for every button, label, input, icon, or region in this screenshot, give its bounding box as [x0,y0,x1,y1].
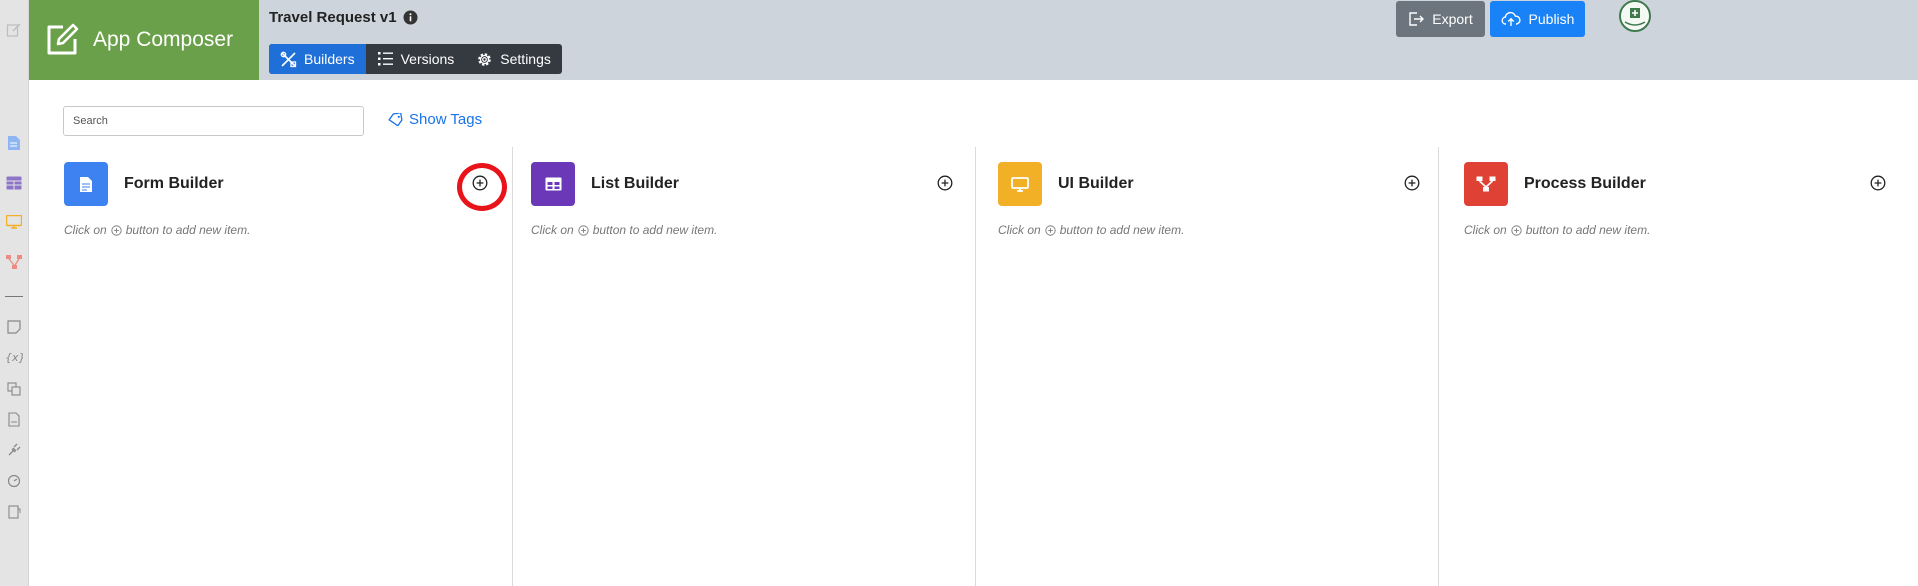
app-title: Travel Request v1 [269,9,418,26]
tab-versions-label: Versions [400,51,455,67]
brand-header[interactable]: App Composer [29,0,259,80]
tab-settings-label: Settings [500,51,551,67]
list-builder-column: List Builder Click on button to add new … [531,147,997,586]
plus-circle-icon [1404,175,1420,191]
ui-builder-nav-icon[interactable] [5,213,23,231]
form-builder-column: Form Builder Click on button to add new … [64,147,530,586]
list-ordered-icon [377,52,393,66]
plus-circle-icon [1870,175,1886,191]
add-form-button[interactable] [469,172,491,194]
builder-tabs: Builders Versions Settings [269,44,562,74]
app-title-text: Travel Request v1 [269,9,397,26]
hint-text: button to add new item. [592,223,718,237]
tab-settings[interactable]: Settings [465,44,562,74]
rail-divider [5,296,23,297]
svg-text:{x}: {x} [5,351,23,364]
publish-button[interactable]: Publish [1490,1,1585,37]
plus-circle-icon [937,175,953,191]
form-builder-title: Form Builder [124,175,224,192]
avatar[interactable] [1619,0,1651,32]
export-button[interactable]: Export [1396,1,1485,37]
file-icon[interactable] [5,410,23,428]
left-rail: {x} [0,0,29,586]
plus-circle-icon [1044,224,1056,236]
hint-text: Click on [531,223,574,237]
add-list-button[interactable] [934,172,956,194]
list-builder-nav-icon[interactable] [5,174,23,192]
plus-circle-icon [472,175,488,191]
process-flow-icon [1476,176,1496,192]
form-builder-hint: Click on button to add new item. [64,223,250,237]
process-builder-title: Process Builder [1524,175,1646,192]
info-circle-icon[interactable] [403,10,418,25]
table-icon [545,177,561,191]
document-icon [80,176,92,192]
process-builder-column: Process Builder Click on button to add n… [1464,147,1918,586]
tab-builders[interactable]: Builders [269,44,366,74]
brand-title: App Composer [93,28,234,51]
api-doc-icon[interactable] [5,503,23,521]
user-logo-icon [1622,3,1648,29]
tag-icon [388,113,403,126]
search-input[interactable] [63,106,364,136]
show-tags-link[interactable]: Show Tags [388,111,482,128]
add-ui-button[interactable] [1401,172,1423,194]
form-builder-nav-icon[interactable] [5,134,23,152]
plug-icon[interactable] [5,441,23,459]
process-builder-nav-icon[interactable] [5,253,23,271]
cloud-upload-icon [1501,11,1521,26]
export-icon [1409,12,1425,26]
hint-text: button to add new item. [125,223,251,237]
process-builder-tile [1464,162,1508,206]
hint-text: Click on [64,223,107,237]
variables-icon[interactable]: {x} [5,348,23,366]
monitor-icon [1011,176,1029,192]
gear-icon [478,52,492,66]
ui-builder-title: UI Builder [1058,175,1134,192]
hint-text: button to add new item. [1525,223,1651,237]
tab-builders-label: Builders [304,51,355,67]
list-builder-title: List Builder [591,175,680,192]
add-process-button[interactable] [1867,172,1889,194]
translate-icon[interactable] [5,380,23,398]
list-builder-tile [531,162,575,206]
ui-builder-hint: Click on button to add new item. [998,223,1184,237]
plus-circle-icon [110,224,122,236]
edit-square-icon [47,23,79,55]
hint-text: Click on [1464,223,1507,237]
dashboard-gauge-icon[interactable] [5,472,23,490]
ui-builder-tile [998,162,1042,206]
tools-icon [280,51,297,67]
top-bar: Travel Request v1 Builders Versions Sett… [259,0,1918,80]
edit-icon[interactable] [5,21,23,39]
note-icon[interactable] [5,318,23,336]
plus-circle-icon [1510,224,1522,236]
ui-builder-column: UI Builder Click on button to add new it… [998,147,1464,586]
hint-text: Click on [998,223,1041,237]
list-builder-hint: Click on button to add new item. [531,223,717,237]
process-builder-hint: Click on button to add new item. [1464,223,1650,237]
show-tags-label: Show Tags [409,111,483,128]
publish-label: Publish [1528,11,1575,27]
hint-text: button to add new item. [1059,223,1185,237]
tab-versions[interactable]: Versions [366,44,466,74]
form-builder-tile [64,162,108,206]
export-label: Export [1432,11,1473,27]
plus-circle-icon [577,224,589,236]
